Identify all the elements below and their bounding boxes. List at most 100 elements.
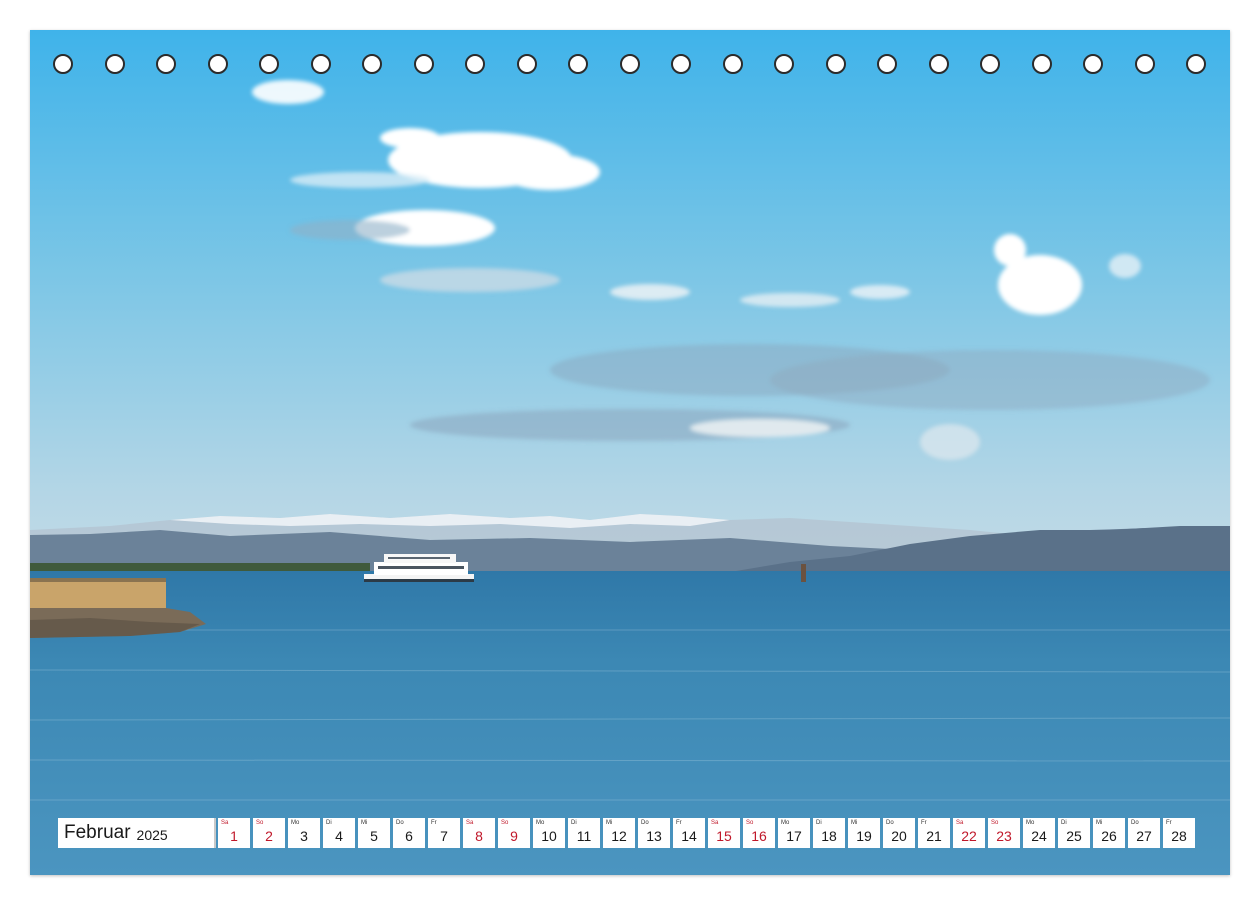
day-number: 12	[611, 828, 627, 844]
month-name: Februar	[64, 822, 131, 843]
day-cell: Fr 14	[673, 818, 705, 848]
binding-hole	[825, 54, 846, 74]
weekday-label: Di	[571, 820, 577, 826]
day-number: 16	[751, 828, 767, 844]
binding-hole	[619, 54, 640, 74]
weekday-label: So	[746, 820, 754, 826]
binding-hole	[1083, 54, 1103, 74]
month-label-box: Februar 2025	[58, 818, 216, 848]
binding-hole	[722, 54, 743, 74]
day-cell: Sa 22	[953, 818, 985, 848]
binding-hole	[413, 54, 434, 74]
binding-holes	[30, 30, 1230, 100]
day-cell: Mi 12	[603, 818, 635, 848]
day-number: 8	[475, 828, 483, 844]
weekday-label: So	[256, 820, 264, 826]
day-cell: Mi 26	[1093, 818, 1125, 848]
day-cell: Sa 1	[218, 818, 250, 848]
weekday-label: Mi	[851, 820, 858, 826]
day-number: 23	[996, 828, 1012, 844]
day-cell: Do 27	[1128, 818, 1160, 848]
weekday-label: Do	[641, 820, 649, 826]
day-cell: Di 4	[323, 818, 355, 848]
binding-hole	[774, 54, 794, 74]
weekday-label: Mi	[361, 820, 368, 826]
day-cell: Sa 8	[463, 818, 495, 848]
binding-hole	[1031, 54, 1052, 74]
day-number: 19	[856, 828, 872, 844]
day-cell: Fr 28	[1163, 818, 1195, 848]
binding-hole	[259, 54, 279, 74]
day-cell: Sa 15	[708, 818, 740, 848]
day-cell: Do 6	[393, 818, 425, 848]
weekday-label: Fr	[1166, 820, 1172, 826]
day-cell: Mi 19	[848, 818, 880, 848]
day-number: 3	[300, 828, 308, 844]
weekday-label: Mi	[606, 820, 613, 826]
weekday-label: Di	[816, 820, 822, 826]
day-number: 7	[440, 828, 448, 844]
day-cell: Mo 10	[533, 818, 565, 848]
marker-post	[801, 564, 806, 582]
binding-hole	[156, 54, 176, 74]
day-cell: Fr 21	[918, 818, 950, 848]
day-number: 15	[716, 828, 732, 844]
binding-hole	[928, 54, 949, 74]
day-cell: Do 20	[883, 818, 915, 848]
weekday-label: Sa	[956, 820, 964, 826]
day-cell: So 2	[253, 818, 285, 848]
weekday-label: Mo	[291, 820, 300, 826]
day-number: 11	[576, 828, 592, 844]
weekday-label: Mo	[781, 820, 790, 826]
lake-photo	[30, 30, 1230, 875]
day-number: 21	[926, 828, 942, 844]
day-cell: Mo 24	[1023, 818, 1055, 848]
day-number: 26	[1101, 828, 1117, 844]
day-number: 10	[541, 828, 557, 844]
weekday-label: Fr	[676, 820, 682, 826]
day-number: 25	[1066, 828, 1082, 844]
binding-hole	[104, 54, 125, 74]
day-cell: Di 18	[813, 818, 845, 848]
day-number: 14	[681, 828, 697, 844]
day-number: 28	[1171, 828, 1187, 844]
binding-hole	[671, 54, 691, 74]
weekday-label: Di	[1061, 820, 1067, 826]
day-number: 6	[405, 828, 413, 844]
day-number: 1	[230, 828, 238, 844]
month-year: 2025	[136, 827, 168, 843]
weekday-label: Mi	[1096, 820, 1103, 826]
weekday-label: Do	[886, 820, 894, 826]
weekday-label: So	[501, 820, 509, 826]
day-cell: Di 11	[568, 818, 600, 848]
weekday-label: Do	[396, 820, 404, 826]
weekday-label: Sa	[466, 820, 474, 826]
day-cell: So 23	[988, 818, 1020, 848]
day-number: 17	[786, 828, 802, 844]
day-cell: Fr 7	[428, 818, 460, 848]
binding-hole	[362, 54, 382, 74]
binding-hole	[516, 54, 537, 74]
day-cell: Do 13	[638, 818, 670, 848]
binding-hole	[1134, 54, 1155, 74]
binding-hole	[1186, 54, 1206, 74]
weekday-label: So	[991, 820, 999, 826]
calendar-strip: Februar 2025 Sa 1 So 2 Mo 3 Di 4 Mi 5 Do 6 Fr 7 Sa 8 So 9…	[58, 818, 1195, 848]
calendar-page: Februar 2025 Sa 1 So 2 Mo 3 Di 4 Mi 5 Do 6 Fr 7 Sa 8 So 9…	[30, 30, 1230, 875]
binding-hole	[465, 54, 485, 74]
weekday-label: Fr	[431, 820, 437, 826]
binding-hole	[877, 54, 897, 74]
day-cell: Mi 5	[358, 818, 390, 848]
day-number: 5	[370, 828, 378, 844]
day-number: 20	[891, 828, 907, 844]
day-number: 2	[265, 828, 273, 844]
weekday-label: Sa	[711, 820, 719, 826]
day-number: 18	[821, 828, 837, 844]
day-cell: Di 25	[1058, 818, 1090, 848]
binding-hole	[310, 54, 331, 74]
weekday-label: Do	[1131, 820, 1139, 826]
binding-hole	[568, 54, 588, 74]
binding-hole	[53, 54, 73, 74]
day-number: 4	[335, 828, 343, 844]
weekday-label: Sa	[221, 820, 229, 826]
